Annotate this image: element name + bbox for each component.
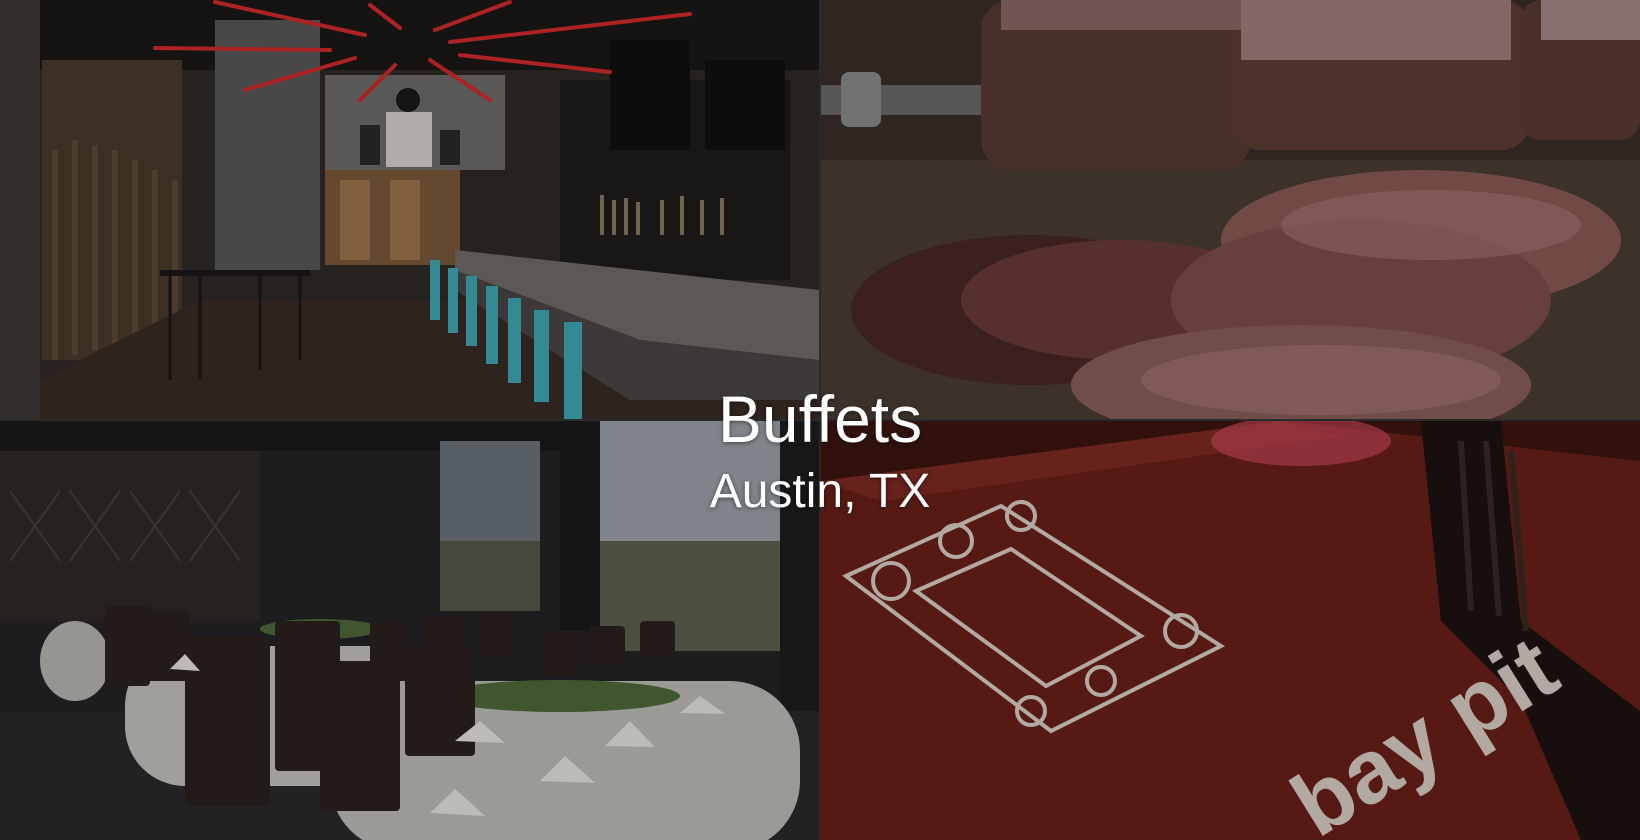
hero-banner: bay pit Buffets Austin, TX xyxy=(0,0,1640,840)
restaurant-bar-photo xyxy=(0,0,819,419)
hero-caption: Buffets Austin, TX xyxy=(0,378,1640,522)
location-subtitle: Austin, TX xyxy=(709,465,931,518)
page-title: Buffets xyxy=(717,382,923,456)
steak-photo xyxy=(821,0,1640,419)
